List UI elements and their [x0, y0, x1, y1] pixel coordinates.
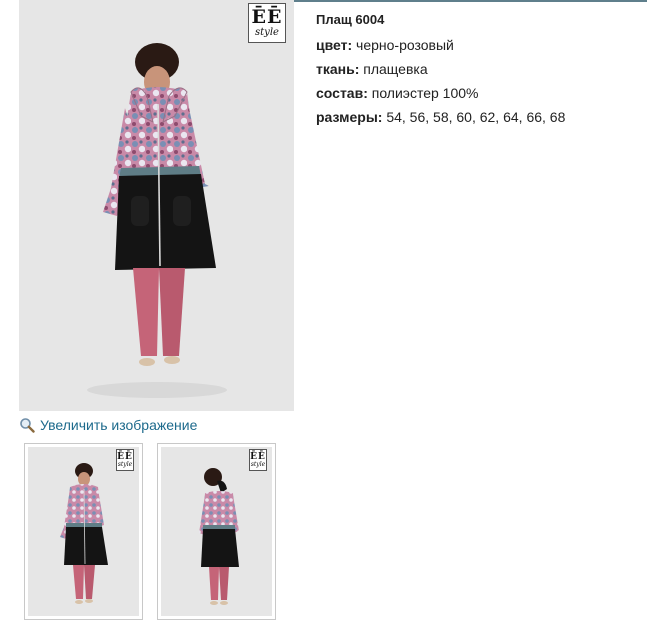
thumbnail-brand-logo-word: style	[250, 460, 266, 468]
detail-color-label: цвет:	[316, 37, 353, 53]
detail-composition-label: состав:	[316, 85, 368, 101]
detail-sizes-value: 54, 56, 58, 60, 62, 64, 66, 68	[386, 109, 566, 125]
detail-fabric: ткань: плащевка	[316, 57, 636, 81]
top-divider	[293, 0, 647, 2]
model-back-illustration	[161, 447, 272, 616]
thumbnail-front-view[interactable]: ĒĒ style	[24, 443, 143, 620]
magnifier-icon	[20, 418, 35, 433]
model-front-illustration	[28, 447, 139, 616]
detail-sizes-label: размеры:	[316, 109, 383, 125]
detail-fabric-value: плащевка	[363, 61, 428, 77]
model-illustration	[19, 0, 294, 411]
zoom-image-label: Увеличить изображение	[40, 417, 198, 433]
main-product-photo[interactable]: ĒĒ style	[19, 0, 294, 411]
thumbnail-brand-logo-word: style	[117, 460, 133, 468]
detail-sizes: размеры: 54, 56, 58, 60, 62, 64, 66, 68	[316, 105, 636, 129]
thumbnail-back-image: ĒĒ style	[161, 447, 272, 616]
brand-logo: ĒĒ style	[248, 3, 286, 43]
detail-color-value: черно-розовый	[356, 37, 454, 53]
brand-logo-word: style	[255, 27, 279, 38]
product-info: Плащ 6004 цвет: черно-розовый ткань: пла…	[316, 9, 636, 129]
thumbnail-brand-logo: ĒĒ style	[249, 449, 267, 471]
product-title: Плащ 6004	[316, 12, 385, 27]
zoom-image-link[interactable]: Увеличить изображение	[19, 415, 197, 435]
detail-fabric-label: ткань:	[316, 61, 360, 77]
thumbnail-brand-logo: ĒĒ style	[116, 449, 134, 471]
detail-composition: состав: полиэстер 100%	[316, 81, 636, 105]
thumbnail-front-image: ĒĒ style	[28, 447, 139, 616]
brand-logo-mark: ĒĒ	[251, 6, 283, 28]
detail-color: цвет: черно-розовый	[316, 33, 636, 57]
thumbnail-back-view[interactable]: ĒĒ style	[157, 443, 276, 620]
detail-composition-value: полиэстер 100%	[371, 85, 479, 101]
